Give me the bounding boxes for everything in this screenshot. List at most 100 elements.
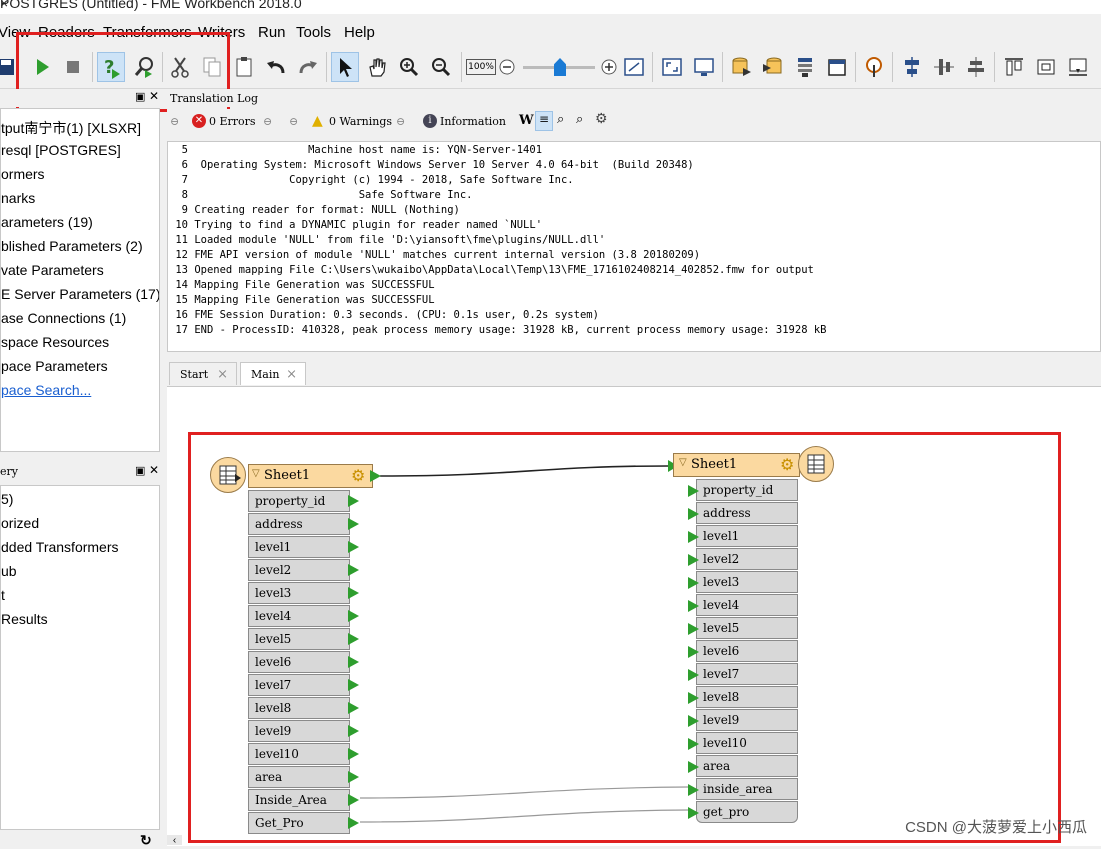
nav-item-published-parameters[interactable]: blished Parameters (2) (1, 238, 143, 254)
line-numbers-icon[interactable]: ≡ (535, 111, 553, 131)
attr-input-port-icon[interactable] (688, 577, 699, 589)
paste-icon[interactable] (230, 52, 258, 82)
errors-filter-button[interactable]: 0 Errors (209, 115, 256, 128)
reader-icon[interactable] (210, 457, 246, 493)
reader-attr-row[interactable]: level7 (248, 674, 350, 696)
zoom-decrease-icon[interactable] (496, 52, 518, 82)
collapse-triangle-icon[interactable]: ▽ (679, 457, 687, 468)
attr-input-port-icon[interactable] (688, 554, 699, 566)
warnings-filter-button[interactable]: 0 Warnings (329, 115, 392, 128)
find-next-icon[interactable]: ⌕ (576, 112, 583, 127)
reader-attr-row[interactable]: level2 (248, 559, 350, 581)
menu-tools[interactable]: Tools (296, 24, 331, 41)
writer-attr-row[interactable]: get_pro (696, 801, 798, 823)
copy-icon[interactable] (198, 52, 226, 82)
attr-output-port-icon[interactable] (348, 748, 359, 760)
bookmark-icon[interactable] (860, 52, 888, 82)
attr-input-port-icon[interactable] (688, 531, 699, 543)
fullscreen-icon[interactable] (690, 52, 718, 82)
attr-input-port-icon[interactable] (688, 485, 699, 497)
writer-attr-row[interactable]: level5 (696, 617, 798, 639)
writer-attr-row[interactable]: level1 (696, 525, 798, 547)
writer-attr-row[interactable]: property_id (696, 479, 798, 501)
writer-attr-row[interactable]: level10 (696, 732, 798, 754)
nav-item-workspace-parameters[interactable]: pace Parameters (1, 358, 108, 374)
add-transformer-icon[interactable] (823, 52, 851, 82)
writer-icon[interactable] (798, 446, 834, 482)
reader-attr-row[interactable]: address (248, 513, 350, 535)
select-pointer-icon[interactable] (331, 52, 359, 82)
attr-input-port-icon[interactable] (688, 623, 699, 635)
attr-output-port-icon[interactable] (348, 541, 359, 553)
prev-error-icon[interactable]: ⊖ (170, 115, 179, 128)
reader-feature-type-header[interactable]: ▽ Sheet1 ⚙ (248, 464, 373, 488)
writer-attr-row[interactable]: area (696, 755, 798, 777)
prev-warning-icon[interactable]: ⊖ (289, 115, 298, 128)
zoom-out-icon[interactable] (427, 52, 455, 82)
writer-attr-row[interactable]: level7 (696, 663, 798, 685)
menu-view[interactable]: View (0, 24, 30, 41)
gallery-item-embedded-transformers[interactable]: dded Transformers (1, 539, 119, 555)
close-panel-icon[interactable]: ✕ (149, 89, 159, 103)
workspace-search-link[interactable]: pace Search... (1, 382, 91, 398)
pan-hand-icon[interactable] (363, 52, 391, 82)
writer-attr-row[interactable]: level9 (696, 709, 798, 731)
tab-main[interactable]: Main × (240, 362, 306, 385)
reader-attr-row[interactable]: level4 (248, 605, 350, 627)
attr-input-port-icon[interactable] (688, 715, 699, 727)
nav-item-bookmarks[interactable]: narks (1, 190, 35, 206)
gallery-item-hub[interactable]: ub (1, 563, 17, 579)
menu-help[interactable]: Help (344, 24, 375, 41)
attr-input-port-icon[interactable] (688, 600, 699, 612)
properties-gear-icon[interactable]: ⚙ (351, 466, 365, 485)
attr-output-port-icon[interactable] (348, 817, 359, 829)
prompt-run-icon[interactable]: ? (97, 52, 125, 82)
reader-attr-row[interactable]: level8 (248, 697, 350, 719)
gallery-item-search-results[interactable]: Results (1, 611, 48, 627)
attr-output-port-icon[interactable] (348, 518, 359, 530)
save-icon[interactable] (0, 52, 20, 82)
writer-attr-row[interactable]: level3 (696, 571, 798, 593)
nav-item-database-connections[interactable]: ase Connections (1) (1, 310, 126, 326)
attr-output-port-icon[interactable] (348, 702, 359, 714)
reader-attr-row[interactable]: level1 (248, 536, 350, 558)
attr-output-port-icon[interactable] (348, 495, 359, 507)
redo-icon[interactable] (294, 52, 322, 82)
writer-attr-row[interactable]: level4 (696, 594, 798, 616)
undo-icon[interactable] (262, 52, 290, 82)
float-panel-icon[interactable]: ▣ (135, 464, 145, 477)
gallery-item-count[interactable]: 5) (1, 491, 13, 507)
zoom-100-button[interactable]: 100% (466, 52, 496, 82)
add-writer-icon[interactable] (759, 52, 787, 82)
next-warning-icon[interactable]: ⊖ (396, 115, 405, 128)
attr-output-port-icon[interactable] (348, 679, 359, 691)
gallery-item-categorized[interactable]: orized (1, 515, 39, 531)
properties-gear-icon[interactable]: ⚙ (780, 455, 794, 474)
tab-start[interactable]: Start × (169, 362, 237, 385)
attr-input-port-icon[interactable] (688, 784, 699, 796)
menu-transformers[interactable]: Transformers (103, 24, 192, 41)
menu-writers[interactable]: Writers (198, 24, 245, 41)
scroll-left-icon[interactable]: ‹ (167, 835, 182, 846)
attr-input-port-icon[interactable] (688, 692, 699, 704)
attr-output-port-icon[interactable] (348, 587, 359, 599)
attr-input-port-icon[interactable] (688, 761, 699, 773)
feature-types-icon[interactable] (791, 52, 819, 82)
align-center-icon[interactable] (962, 52, 990, 82)
attr-output-port-icon[interactable] (348, 610, 359, 622)
zoom-increase-icon[interactable] (598, 52, 620, 82)
nav-item-workspace-resources[interactable]: space Resources (1, 334, 109, 350)
writer-attr-row[interactable]: address (696, 502, 798, 524)
menu-run[interactable]: Run (258, 24, 286, 41)
zoom-slider-thumb[interactable] (554, 58, 566, 76)
writer-attr-row[interactable]: level6 (696, 640, 798, 662)
attr-input-port-icon[interactable] (688, 646, 699, 658)
reader-attr-row[interactable]: Inside_Area (248, 789, 350, 811)
reader-output-port-icon[interactable] (370, 470, 381, 482)
inspect-icon[interactable] (130, 52, 158, 82)
distribute-icon[interactable] (930, 52, 958, 82)
nav-item-parameters[interactable]: arameters (19) (1, 214, 93, 230)
writer-attr-row[interactable]: level8 (696, 686, 798, 708)
nav-item-reader-xlsxr[interactable]: tput南宁市(1) [XLSXR] (1, 118, 141, 138)
find-icon[interactable]: ⌕ (557, 112, 564, 127)
